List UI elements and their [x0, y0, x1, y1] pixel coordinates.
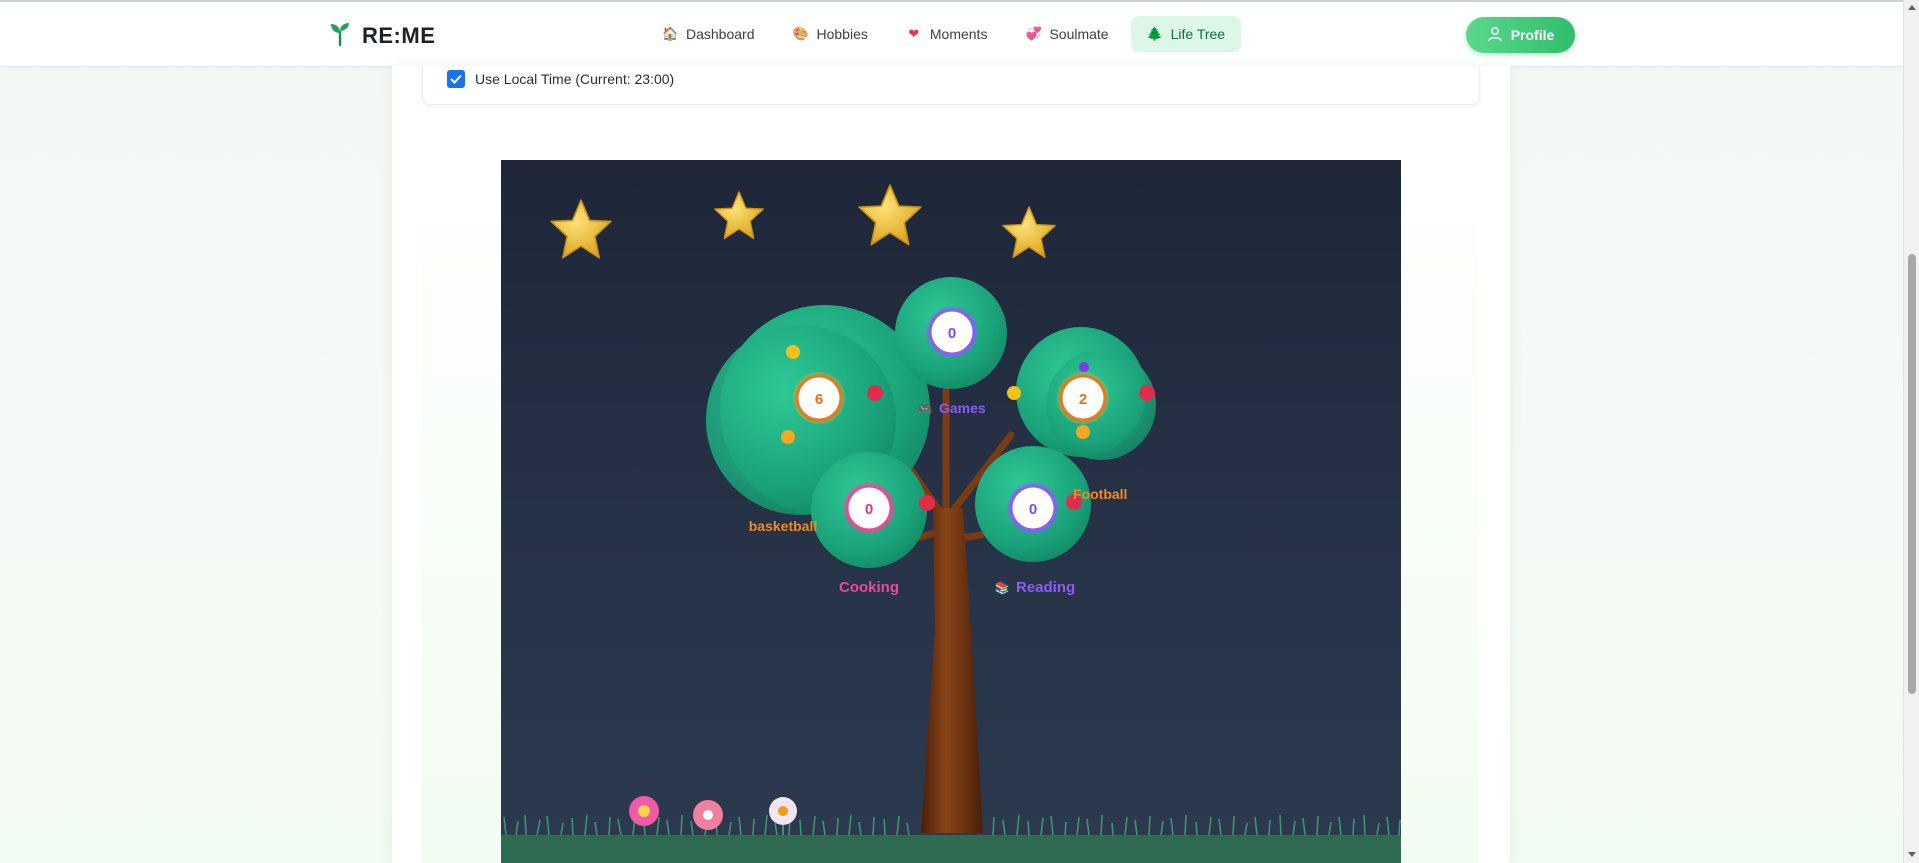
- hobby-count: 0: [1029, 501, 1037, 518]
- lemon-icon: [786, 345, 800, 359]
- nav-item-soulmate[interactable]: 💞 Soulmate: [1009, 16, 1124, 52]
- lemon-icon: [1007, 386, 1021, 400]
- hobby-label: Cooking: [839, 579, 899, 596]
- hobby-label: Games: [939, 400, 986, 416]
- hobby-count: 0: [865, 501, 873, 518]
- hobby-label: Football: [1073, 486, 1127, 502]
- hobby-count: 0: [948, 325, 956, 342]
- top-navbar: RE:ME 🏠 Dashboard 🎨 Hobbies ❤ Moments 💞 …: [0, 2, 1903, 67]
- gamepad-icon: 🎮: [918, 402, 933, 416]
- page-scrollbar[interactable]: [1903, 0, 1919, 863]
- sprout-icon: [328, 20, 352, 51]
- nav-item-life-tree[interactable]: 🌲 Life Tree: [1130, 16, 1242, 52]
- use-local-time-label: Use Local Time (Current: 23:00): [475, 71, 675, 87]
- hobby-count: 2: [1079, 391, 1087, 408]
- hobby-count: 6: [815, 391, 823, 408]
- apple-icon: [1139, 385, 1155, 401]
- star-icon: [1002, 206, 1056, 258]
- nav-label: Moments: [929, 26, 988, 42]
- brand-name: RE:ME: [362, 22, 436, 48]
- profile-label: Profile: [1510, 27, 1555, 43]
- books-icon: 📚: [995, 581, 1010, 595]
- life-tree-canvas: 6 basketball 0 🎮 Games 2 Football 0 Cook…: [501, 184, 1401, 863]
- user-icon: [1487, 26, 1503, 45]
- grape-icon: [1079, 362, 1089, 372]
- house-icon: 🏠: [662, 26, 679, 41]
- flower-icon: [629, 796, 659, 826]
- tree-icon: 🌲: [1146, 26, 1163, 41]
- star-icon: [714, 191, 764, 240]
- flower-icon: [693, 800, 723, 830]
- orange-icon: [781, 430, 795, 444]
- check-icon: [450, 74, 462, 84]
- nav-label: Life Tree: [1170, 26, 1226, 42]
- scroll-down-arrow[interactable]: [1908, 852, 1916, 857]
- flower-icon: [769, 797, 797, 835]
- scrollbar-thumb[interactable]: [1908, 254, 1916, 694]
- palette-icon: 🎨: [792, 26, 809, 41]
- profile-button[interactable]: Profile: [1466, 17, 1575, 53]
- star-icon: [858, 184, 922, 246]
- use-local-time-option[interactable]: Use Local Time (Current: 23:00): [447, 70, 674, 88]
- life-tree-scene: 6 basketball 0 🎮 Games 2 Football 0 Cook…: [501, 160, 1401, 863]
- use-local-time-checkbox[interactable]: [447, 70, 465, 88]
- apple-icon: [919, 495, 935, 511]
- nav-label: Hobbies: [816, 26, 868, 42]
- settings-card: Use Local Time (Current: 23:00): [422, 66, 1480, 105]
- apple-icon: [867, 385, 883, 401]
- nav-item-dashboard[interactable]: 🏠 Dashboard: [646, 16, 771, 52]
- orange-icon: [1076, 425, 1090, 439]
- nav-item-hobbies[interactable]: 🎨 Hobbies: [777, 16, 884, 52]
- tree-trunk: [921, 508, 983, 833]
- star-icon: [550, 199, 612, 259]
- nav-item-moments[interactable]: ❤ Moments: [890, 16, 1004, 52]
- scroll-up-arrow[interactable]: [1908, 5, 1916, 10]
- hearts-icon: 💞: [1025, 26, 1042, 41]
- main-nav: 🏠 Dashboard 🎨 Hobbies ❤ Moments 💞 Soulma…: [646, 16, 1242, 52]
- nav-label: Soulmate: [1049, 26, 1109, 42]
- nav-label: Dashboard: [686, 26, 755, 42]
- ground: [501, 835, 1401, 863]
- hobby-label: Reading: [1016, 579, 1075, 596]
- brand-logo[interactable]: RE:ME: [328, 20, 435, 51]
- hobby-label: basketball: [749, 518, 817, 534]
- heart-icon: ❤: [908, 26, 920, 41]
